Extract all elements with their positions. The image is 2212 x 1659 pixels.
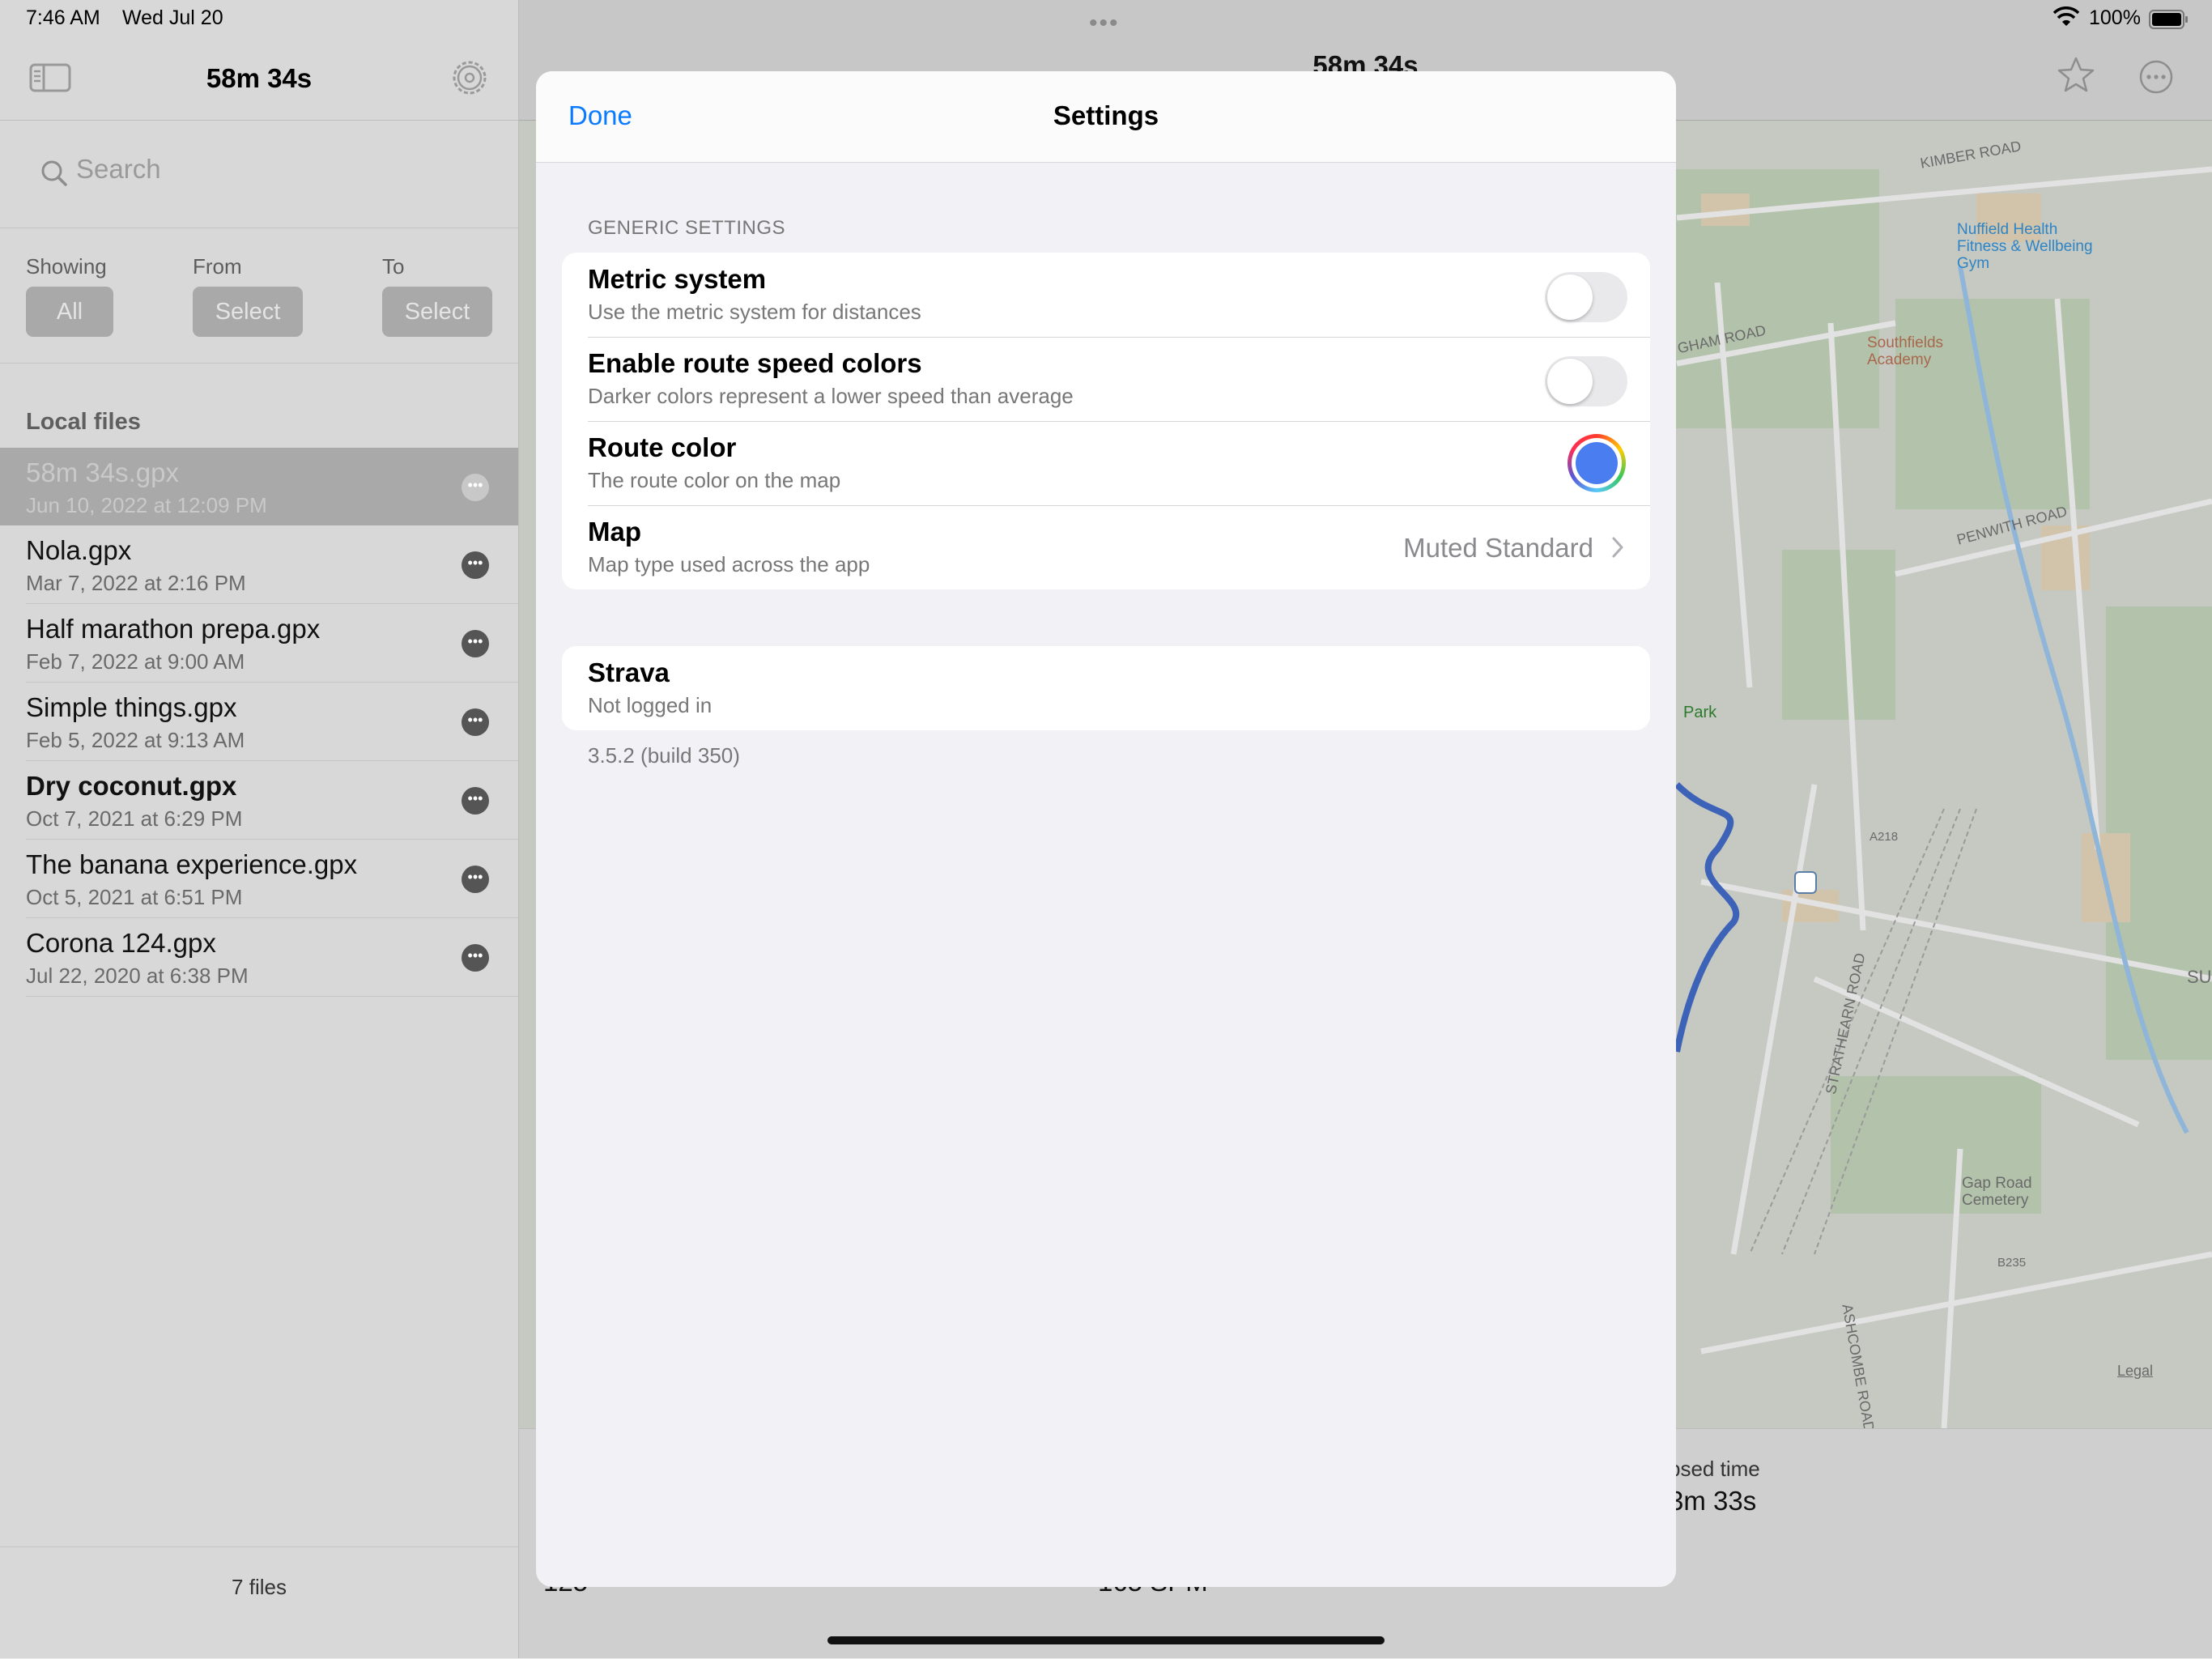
map-label: B235 (1997, 1256, 2027, 1270)
map-label: Southfields Academy (1867, 334, 1944, 368)
metric-system-toggle[interactable] (1545, 272, 1627, 322)
more-options-icon[interactable]: ••• (462, 551, 489, 579)
toggle-knob (1547, 274, 1593, 320)
file-item[interactable]: Nola.gpx Mar 7, 2022 at 2:16 PM ••• (26, 525, 518, 604)
more-options-icon[interactable]: ••• (462, 474, 489, 501)
from-select-button[interactable]: Select (193, 287, 303, 337)
showing-all-button[interactable]: All (26, 287, 113, 337)
file-date: Feb 5, 2022 at 9:13 AM (26, 728, 245, 752)
map-type-row[interactable]: Map Map type used across the app Muted S… (562, 505, 1650, 589)
status-time: 7:46 AM (26, 6, 100, 29)
file-date: Jul 22, 2020 at 6:38 PM (26, 963, 249, 988)
settings-modal: Done Settings GENERIC SETTINGS Metric sy… (536, 71, 1676, 1587)
row-title: Map (588, 517, 641, 547)
more-options-icon[interactable]: ••• (462, 708, 489, 736)
wifi-icon (2053, 6, 2079, 26)
search-box[interactable] (26, 142, 492, 203)
row-title: Strava (588, 657, 670, 687)
map-label: Park (1683, 704, 1717, 721)
file-date: Oct 5, 2021 at 6:51 PM (26, 885, 243, 909)
row-subtitle: Map type used across the app (588, 552, 870, 576)
row-title: Metric system (588, 264, 767, 294)
file-name: 58m 34s.gpx (26, 457, 179, 487)
metric-system-row[interactable]: Metric system Use the metric system for … (562, 253, 1650, 337)
file-name: The banana experience.gpx (26, 849, 358, 879)
multitasking-dots-icon[interactable]: ••• (1089, 10, 1120, 37)
file-date: Feb 7, 2022 at 9:00 AM (26, 649, 245, 674)
row-subtitle: Darker colors represent a lower speed th… (588, 384, 1074, 408)
more-options-icon[interactable]: ••• (462, 787, 489, 815)
row-title: Enable route speed colors (588, 348, 922, 378)
legal-link[interactable]: Legal (2117, 1363, 2153, 1380)
elapsed-time-value: 3m 33s (1669, 1486, 1757, 1516)
status-bar: 7:46 AM Wed Jul 20 ••• 100% (0, 0, 2212, 37)
file-name: Simple things.gpx (26, 692, 237, 722)
map-label: SUM (2187, 967, 2212, 987)
elapsed-time-label: psed time (1669, 1457, 1760, 1481)
file-item[interactable]: 58m 34s.gpx Jun 10, 2022 at 12:09 PM ••• (0, 448, 518, 525)
file-name: Half marathon prepa.gpx (26, 614, 321, 644)
row-subtitle: The route color on the map (588, 468, 841, 492)
sidebar: 58m 34s Showing All From Select To Selec… (0, 0, 519, 1658)
search-input[interactable] (74, 153, 466, 185)
gear-icon[interactable] (450, 58, 489, 97)
group-header: GENERIC SETTINGS (588, 217, 786, 239)
row-title: Route color (588, 432, 737, 462)
generic-settings-group: Metric system Use the metric system for … (562, 253, 1650, 589)
modal-header: Done Settings (536, 71, 1676, 163)
more-options-icon[interactable]: ••• (462, 866, 489, 893)
to-select-button[interactable]: Select (382, 287, 492, 337)
file-name: Dry coconut.gpx (26, 771, 237, 801)
strava-group: Strava Not logged in (562, 646, 1650, 730)
sidebar-title: 58m 34s (206, 63, 313, 93)
map-label: A218 (1870, 830, 1899, 844)
file-item[interactable]: Corona 124.gpx Jul 22, 2020 at 6:38 PM •… (26, 918, 518, 997)
more-options-icon[interactable]: ••• (462, 630, 489, 657)
file-item[interactable]: Dry coconut.gpx Oct 7, 2021 at 6:29 PM •… (26, 761, 518, 840)
map-label: Gap Road Cemetery (1962, 1175, 2032, 1209)
row-subtitle: Use the metric system for distances (588, 300, 921, 324)
speed-colors-toggle[interactable] (1545, 356, 1627, 406)
row-subtitle: Not logged in (588, 693, 713, 717)
sidebar-footer: 7 files (0, 1546, 518, 1659)
file-list: 58m 34s.gpx Jun 10, 2022 at 12:09 PM •••… (0, 448, 518, 997)
status-date: Wed Jul 20 (122, 6, 223, 29)
app-version: 3.5.2 (build 350) (588, 743, 740, 768)
search-area (0, 121, 518, 228)
file-date: Mar 7, 2022 at 2:16 PM (26, 571, 246, 595)
search-icon (41, 160, 67, 186)
more-options-icon[interactable]: ••• (462, 944, 489, 972)
star-icon[interactable] (2057, 57, 2095, 92)
chevron-right-icon (1612, 537, 1623, 558)
showing-label: Showing (26, 254, 107, 279)
strava-row[interactable]: Strava Not logged in (562, 646, 1650, 730)
from-label: From (193, 254, 242, 279)
local-files-header: Local files (26, 409, 141, 435)
file-name: Nola.gpx (26, 535, 132, 565)
speed-colors-row[interactable]: Enable route speed colors Darker colors … (562, 337, 1650, 421)
route-color-swatch (1576, 442, 1618, 484)
map-label: Nuffield Health Fitness & Wellbeing Gym (1957, 221, 2093, 272)
color-picker-well[interactable] (1568, 434, 1626, 492)
file-item[interactable]: Simple things.gpx Feb 5, 2022 at 9:13 AM… (26, 683, 518, 761)
modal-title: Settings (1053, 100, 1159, 130)
file-name: Corona 124.gpx (26, 928, 216, 958)
filters: Showing All From Select To Select (0, 228, 518, 364)
battery-icon (2149, 10, 2188, 29)
file-item[interactable]: The banana experience.gpx Oct 5, 2021 at… (26, 840, 518, 918)
file-count: 7 files (232, 1575, 287, 1599)
home-indicator[interactable] (827, 1636, 1385, 1644)
map-type-value: Muted Standard (1403, 533, 1593, 563)
file-date: Jun 10, 2022 at 12:09 PM (26, 493, 267, 517)
sidebar-header: 58m 34s (0, 37, 518, 121)
file-date: Oct 7, 2021 at 6:29 PM (26, 806, 243, 831)
to-label: To (382, 254, 405, 279)
route-color-row[interactable]: Route color The route color on the map (562, 421, 1650, 505)
battery-percent: 100% (2089, 6, 2141, 29)
file-item[interactable]: Half marathon prepa.gpx Feb 7, 2022 at 9… (26, 604, 518, 683)
more-options-icon[interactable] (2139, 60, 2173, 94)
toggle-knob (1547, 359, 1593, 404)
